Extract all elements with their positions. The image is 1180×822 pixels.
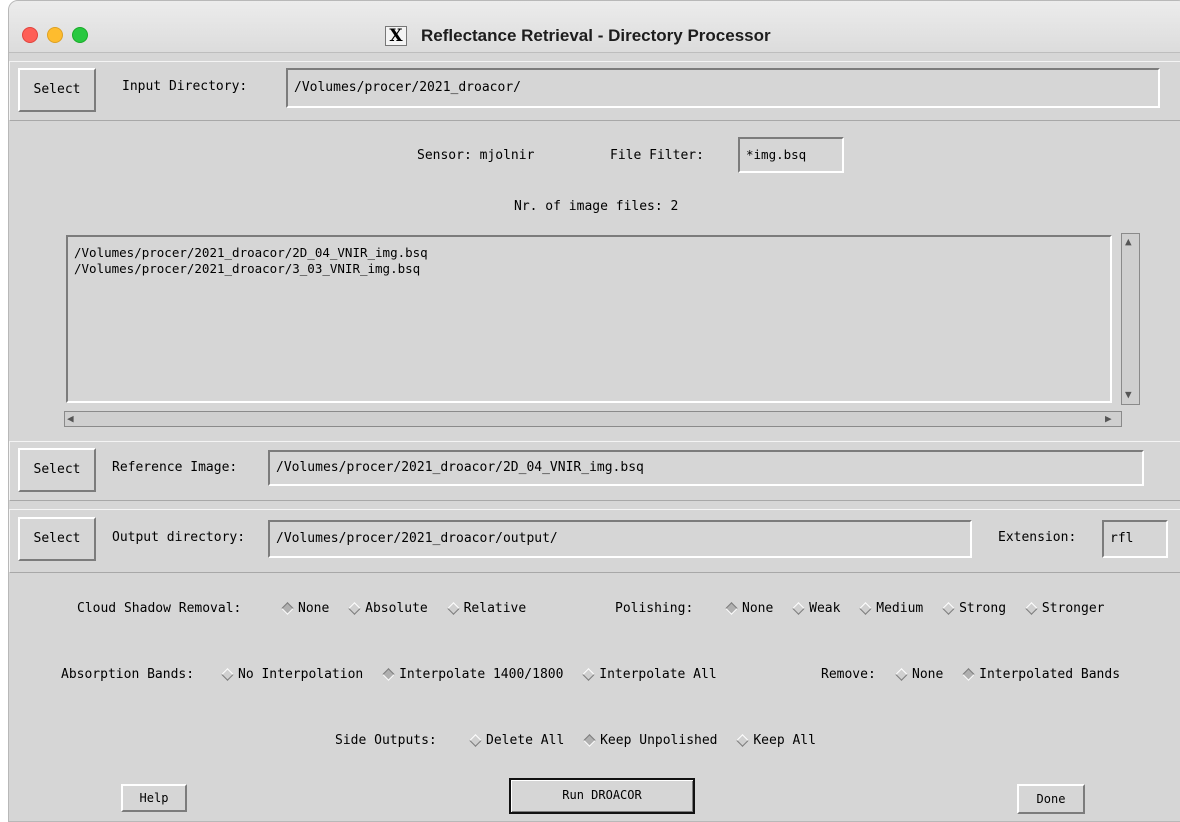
polish-strong-radio[interactable]: Strong — [940, 601, 1006, 616]
x11-app-icon: X — [385, 26, 407, 46]
radio-diamond-icon — [221, 667, 234, 681]
reference-select-button[interactable]: Select — [18, 448, 96, 492]
remove-radio-group: None Interpolated Bands — [893, 667, 1129, 682]
radio-diamond-icon — [469, 733, 482, 747]
reference-image-label: Reference Image: — [112, 460, 238, 475]
minimize-window-button[interactable] — [47, 27, 63, 43]
absorption-bands-label: Absorption Bands: — [61, 667, 195, 682]
side-keep-unpolished-radio[interactable]: Keep Unpolished — [581, 733, 718, 748]
remove-interpolated-bands-radio[interactable]: Interpolated Bands — [960, 667, 1120, 682]
absorption-no-interpolation-radio[interactable]: No Interpolation — [219, 667, 363, 682]
output-select-button[interactable]: Select — [18, 517, 96, 561]
radio-diamond-icon — [725, 601, 738, 615]
app-window: X Reflectance Retrieval - Directory Proc… — [8, 0, 1180, 822]
radio-label: None — [742, 601, 774, 616]
input-directory-label: Input Directory: — [122, 79, 248, 94]
radio-label: None — [298, 601, 330, 616]
extension-label: Extension: — [998, 530, 1077, 545]
absorption-interpolate-all-radio[interactable]: Interpolate All — [580, 667, 717, 682]
radio-label: Medium — [876, 601, 924, 616]
radio-label: Weak — [809, 601, 841, 616]
radio-diamond-icon — [348, 601, 362, 615]
radio-label: Interpolate 1400/1800 — [399, 667, 564, 682]
radio-label: No Interpolation — [238, 667, 364, 682]
radio-diamond-icon — [736, 733, 750, 747]
polishing-label: Polishing: — [615, 601, 694, 616]
extension-field[interactable]: rfl — [1102, 520, 1168, 558]
file-filter-label: File Filter: — [610, 148, 704, 163]
polish-stronger-radio[interactable]: Stronger — [1023, 601, 1105, 616]
radio-diamond-icon — [382, 667, 395, 681]
reference-image-frame: Select Reference Image: /Volumes/procer/… — [9, 441, 1180, 501]
radio-diamond-icon — [1025, 601, 1038, 615]
cloud-none-radio[interactable]: None — [279, 601, 329, 616]
reference-image-field[interactable]: /Volumes/procer/2021_droacor/2D_04_VNIR_… — [268, 450, 1144, 486]
cloud-absolute-radio[interactable]: Absolute — [346, 601, 428, 616]
help-button[interactable]: Help — [121, 784, 187, 812]
output-directory-field[interactable]: /Volumes/procer/2021_droacor/output/ — [268, 520, 972, 558]
cloud-shadow-radio-group: None Absolute Relative — [279, 601, 535, 616]
radio-diamond-icon — [859, 601, 873, 615]
side-outputs-label: Side Outputs: — [335, 733, 437, 748]
radio-label: Relative — [463, 601, 527, 616]
cloud-shadow-label: Cloud Shadow Removal: — [77, 601, 242, 616]
list-item[interactable]: /Volumes/procer/2021_droacor/3_03_VNIR_i… — [74, 261, 1110, 277]
sensor-label: Sensor: mjolnir — [417, 148, 535, 163]
radio-label: Absolute — [365, 601, 428, 616]
polishing-radio-group: None Weak Medium Strong Stronger — [723, 601, 1114, 616]
side-outputs-radio-group: Delete All Keep Unpolished Keep All — [467, 733, 825, 748]
radio-label: Strong — [959, 601, 1007, 616]
radio-diamond-icon — [962, 667, 976, 681]
scroll-down-arrow-icon[interactable]: ▼ — [1125, 388, 1132, 402]
title-bar[interactable]: X Reflectance Retrieval - Directory Proc… — [9, 1, 1180, 53]
list-item[interactable]: /Volumes/procer/2021_droacor/2D_04_VNIR_… — [74, 245, 1110, 261]
radio-label: Interpolated Bands — [979, 667, 1121, 682]
radio-label: Delete All — [486, 733, 565, 748]
absorption-interpolate-1400-1800-radio[interactable]: Interpolate 1400/1800 — [380, 667, 563, 682]
absorption-radio-group: No Interpolation Interpolate 1400/1800 I… — [219, 667, 726, 682]
side-keep-all-radio[interactable]: Keep All — [734, 733, 816, 748]
scroll-up-arrow-icon[interactable]: ▲ — [1125, 235, 1132, 249]
remove-label: Remove: — [821, 667, 876, 682]
radio-diamond-icon — [792, 601, 806, 615]
radio-diamond-icon — [582, 667, 596, 681]
image-count-label: Nr. of image files: 2 — [514, 199, 679, 214]
input-select-button[interactable]: Select — [18, 68, 96, 112]
scroll-left-arrow-icon[interactable]: ◀ — [67, 412, 74, 426]
window-title: Reflectance Retrieval - Directory Proces… — [421, 26, 771, 45]
radio-diamond-icon — [446, 601, 460, 615]
radio-diamond-icon — [583, 733, 596, 747]
run-droacor-button[interactable]: Run DROACOR — [509, 778, 695, 814]
radio-label: Keep All — [753, 733, 816, 748]
polish-none-radio[interactable]: None — [723, 601, 773, 616]
radio-diamond-icon — [895, 667, 908, 681]
radio-diamond-icon — [942, 601, 955, 615]
radio-diamond-icon — [281, 601, 294, 615]
polish-medium-radio[interactable]: Medium — [857, 601, 923, 616]
polish-weak-radio[interactable]: Weak — [790, 601, 840, 616]
radio-label: None — [912, 667, 944, 682]
scroll-right-arrow-icon[interactable]: ▶ — [1105, 412, 1112, 426]
cloud-relative-radio[interactable]: Relative — [445, 601, 527, 616]
zoom-window-button[interactable] — [72, 27, 88, 43]
radio-label: Stronger — [1041, 601, 1105, 616]
close-window-button[interactable] — [22, 27, 38, 43]
radio-label: Keep Unpolished — [600, 733, 718, 748]
file-list[interactable]: /Volumes/procer/2021_droacor/2D_04_VNIR_… — [66, 235, 1112, 403]
remove-none-radio[interactable]: None — [893, 667, 943, 682]
file-filter-field[interactable]: *img.bsq — [738, 137, 844, 173]
output-directory-label: Output directory: — [112, 530, 246, 545]
side-delete-all-radio[interactable]: Delete All — [467, 733, 564, 748]
file-list-horizontal-scrollbar[interactable]: ◀ ▶ — [64, 411, 1122, 427]
input-directory-frame: Select Input Directory: /Volumes/procer/… — [9, 61, 1180, 121]
file-list-vertical-scrollbar[interactable]: ▲ ▼ — [1121, 233, 1140, 405]
output-directory-frame: Select Output directory: /Volumes/procer… — [9, 509, 1180, 573]
radio-label: Interpolate All — [599, 667, 717, 682]
input-directory-field[interactable]: /Volumes/procer/2021_droacor/ — [286, 68, 1160, 108]
done-button[interactable]: Done — [1017, 784, 1085, 814]
